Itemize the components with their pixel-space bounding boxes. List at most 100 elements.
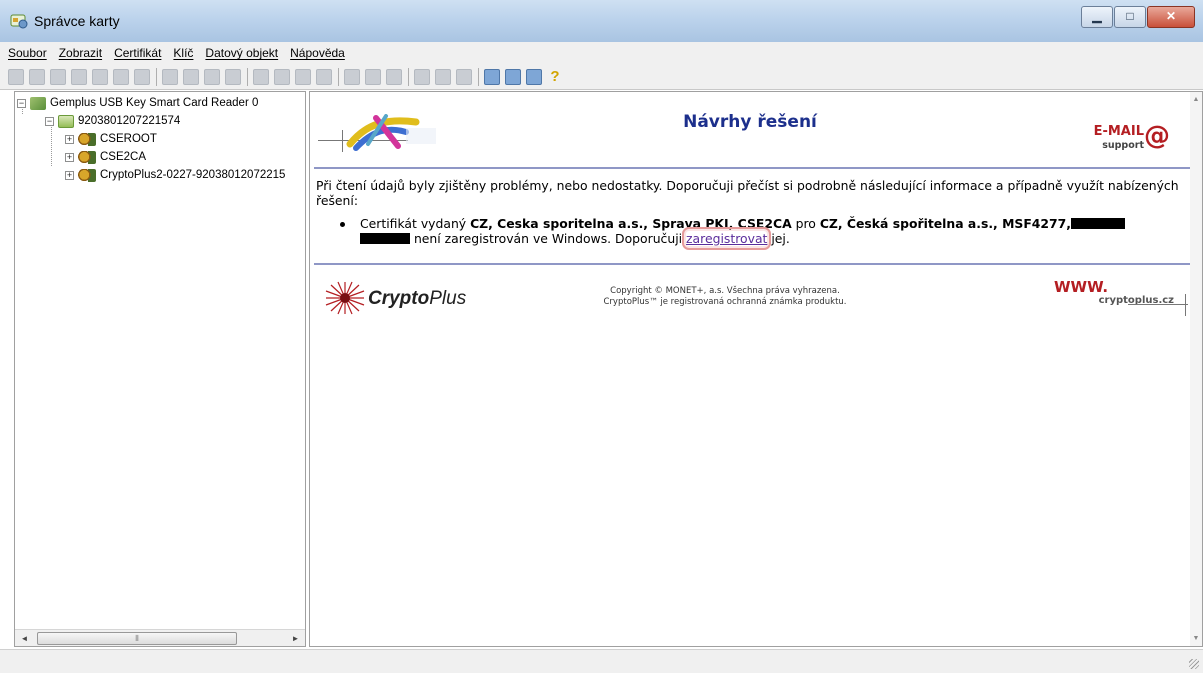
window-title: Správce karty bbox=[34, 13, 120, 29]
print-icon[interactable] bbox=[526, 68, 542, 85]
at-sign-icon: @ bbox=[1144, 121, 1170, 151]
card-icon[interactable] bbox=[29, 68, 45, 85]
cryptoplus-spark-icon bbox=[325, 281, 365, 315]
redaction-block bbox=[1070, 218, 1125, 229]
cryptoplus-logo: CryptoPlus bbox=[320, 278, 480, 318]
key-icon[interactable] bbox=[71, 68, 87, 85]
scroll-left-icon[interactable]: ◄ bbox=[16, 631, 33, 646]
cert-icon[interactable] bbox=[253, 68, 269, 85]
key-icon[interactable] bbox=[183, 68, 199, 85]
search-icon[interactable] bbox=[505, 68, 521, 85]
copyright-text: Copyright © MONET+, a.s. Všechna práva v… bbox=[603, 286, 847, 307]
reader-icon[interactable] bbox=[8, 68, 24, 85]
maximize-icon: □ bbox=[1126, 9, 1134, 23]
key-icon[interactable] bbox=[225, 68, 241, 85]
data-icon[interactable] bbox=[386, 68, 402, 85]
vertical-scrollbar[interactable]: ▲ ▼ bbox=[1190, 92, 1202, 646]
collapse-icon[interactable]: − bbox=[17, 98, 26, 108]
data-icon[interactable] bbox=[344, 68, 360, 85]
subject-name: CZ, Česká spořitelna a.s., MSF4277, bbox=[819, 216, 1071, 231]
smart-card-icon bbox=[58, 114, 74, 128]
toolbar-separator bbox=[156, 67, 157, 86]
person-icon[interactable] bbox=[92, 68, 108, 85]
title-bar[interactable]: Správce karty ▁ □ ✕ bbox=[0, 0, 1203, 42]
cryptoplus-wordmark: CryptoPlus bbox=[368, 288, 467, 309]
menu-certifikat[interactable]: Certifikát bbox=[114, 46, 161, 60]
scroll-right-icon[interactable]: ► bbox=[287, 631, 304, 646]
menu-zobrazit[interactable]: Zobrazit bbox=[59, 46, 102, 60]
certificate-key-icon bbox=[78, 132, 96, 146]
key-icon[interactable] bbox=[162, 68, 178, 85]
menu-klic[interactable]: Klíč bbox=[173, 46, 193, 60]
menu-datovy-objekt[interactable]: Datový objekt bbox=[205, 46, 278, 60]
tree-item-reader[interactable]: − Gemplus USB Key Smart Card Reader 0 bbox=[17, 94, 258, 112]
tree-item-label: CryptoPlus2-0227-92038012072215 bbox=[100, 169, 286, 181]
logo-crossline-icon bbox=[1128, 304, 1188, 305]
divider bbox=[314, 263, 1192, 265]
close-button[interactable]: ✕ bbox=[1147, 6, 1195, 28]
tree-item-cert-cseroot[interactable]: + CSEROOT bbox=[65, 130, 157, 148]
redaction-block bbox=[360, 233, 410, 244]
device-tree[interactable]: − Gemplus USB Key Smart Card Reader 0 − … bbox=[14, 91, 306, 647]
cert-icon[interactable] bbox=[316, 68, 332, 85]
resize-grip-icon[interactable] bbox=[1189, 659, 1199, 669]
tree-item-label: Gemplus USB Key Smart Card Reader 0 bbox=[50, 97, 259, 109]
data-icon[interactable] bbox=[414, 68, 430, 85]
tree-item-cert-cryptoplus[interactable]: + CryptoPlus2-0227-92038012072215 bbox=[65, 166, 285, 184]
collapse-icon[interactable]: − bbox=[45, 116, 54, 126]
intro-text: Při čtení údajů byly zjištěny problémy, … bbox=[316, 178, 1179, 208]
person-icon[interactable] bbox=[134, 68, 150, 85]
toolbar-separator bbox=[247, 67, 248, 86]
close-icon: ✕ bbox=[1165, 9, 1177, 23]
cert-icon[interactable] bbox=[295, 68, 311, 85]
status-bar bbox=[0, 649, 1203, 673]
tree-item-label: CSE2CA bbox=[100, 151, 147, 163]
toolbar-separator bbox=[338, 67, 339, 86]
expand-icon[interactable]: + bbox=[65, 170, 74, 180]
certificate-key-icon bbox=[78, 168, 96, 182]
register-link[interactable]: zaregistrovat bbox=[682, 227, 772, 250]
www-label: WWW. bbox=[1054, 278, 1109, 296]
toolbar-separator bbox=[478, 67, 479, 86]
smart-card-app-icon bbox=[10, 14, 28, 29]
issue-text: Certifikát vydaný CZ, Ceska sporitelna a… bbox=[360, 216, 1185, 250]
horizontal-scrollbar[interactable]: ◄ ⦀ ► bbox=[15, 629, 305, 646]
expand-icon[interactable]: + bbox=[65, 152, 74, 162]
app-window: Správce karty ▁ □ ✕ Soubor Zobrazit Cert… bbox=[0, 0, 1203, 673]
divider bbox=[314, 167, 1192, 169]
issue-list-item: Certifikát vydaný CZ, Ceska sporitelna a… bbox=[340, 216, 1185, 250]
tree-item-cert-cse2ca[interactable]: + CSE2CA bbox=[65, 148, 146, 166]
data-icon[interactable] bbox=[365, 68, 381, 85]
email-support-link[interactable]: E-MAIL support @ bbox=[1082, 122, 1172, 156]
minimize-icon: ▁ bbox=[1092, 9, 1102, 23]
scroll-down-icon[interactable]: ▼ bbox=[1190, 635, 1202, 642]
menu-napoveda[interactable]: Nápověda bbox=[290, 46, 345, 60]
tree-item-label: CSEROOT bbox=[100, 133, 157, 145]
refresh-icon[interactable] bbox=[484, 68, 500, 85]
logo-crossline-icon bbox=[1185, 294, 1186, 316]
website-link[interactable]: WWW. cryptoplus.cz bbox=[1048, 278, 1188, 318]
data-icon[interactable] bbox=[435, 68, 451, 85]
window-controls: ▁ □ ✕ bbox=[1080, 6, 1195, 32]
key-icon[interactable] bbox=[204, 68, 220, 85]
minimize-button[interactable]: ▁ bbox=[1081, 6, 1113, 28]
tree-item-label: 92038012072215​74 bbox=[78, 115, 181, 127]
email-sub-label: support bbox=[1102, 140, 1144, 151]
toolbar-separator bbox=[408, 67, 409, 86]
menu-soubor[interactable]: Soubor bbox=[8, 46, 47, 60]
expand-icon[interactable]: + bbox=[65, 134, 74, 144]
data-icon[interactable] bbox=[456, 68, 472, 85]
page-title: Návrhy řešení bbox=[683, 112, 817, 132]
menu-bar: Soubor Zobrazit Certifikát Klíč Datový o… bbox=[0, 42, 1203, 64]
person-icon[interactable] bbox=[113, 68, 129, 85]
tree-item-card[interactable]: − 92038012072215​74 bbox=[45, 112, 180, 130]
help-icon[interactable]: ? bbox=[547, 68, 563, 85]
solutions-panel: Návrhy řešení E-MAIL support @ Při čtení… bbox=[309, 91, 1203, 647]
card-reader-icon bbox=[30, 96, 46, 110]
scrollbar-thumb[interactable]: ⦀ bbox=[37, 632, 237, 645]
cert-icon[interactable] bbox=[274, 68, 290, 85]
maximize-button[interactable]: □ bbox=[1114, 6, 1146, 28]
key-icon[interactable] bbox=[50, 68, 66, 85]
scroll-up-icon[interactable]: ▲ bbox=[1190, 96, 1202, 103]
issuer-name: CZ, Ceska sporitelna a.s., Sprava PKI, C… bbox=[470, 216, 792, 231]
